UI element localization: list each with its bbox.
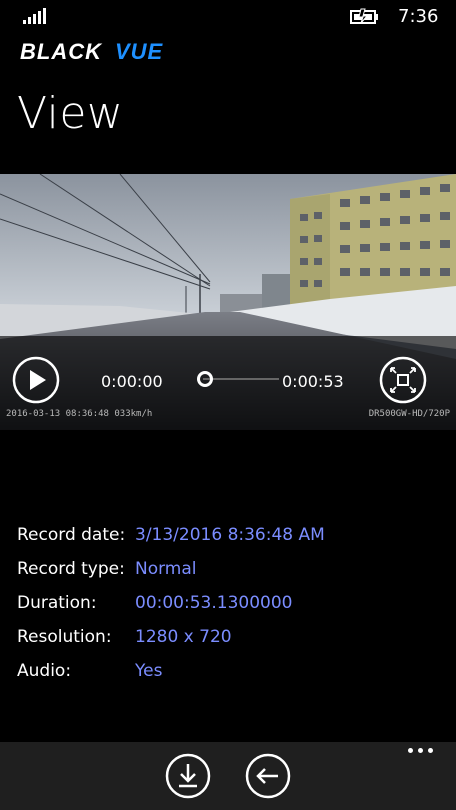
detail-label: Duration: (17, 593, 97, 613)
seek-slider[interactable] (197, 371, 283, 387)
detail-label: Audio: (17, 661, 72, 681)
detail-label: Resolution: (17, 627, 112, 647)
video-timestamp: 2016-03-13 08:36:48 033km/h (6, 409, 153, 419)
fullscreen-icon[interactable] (379, 356, 427, 404)
recording-details: Record date: 3/13/2016 8:36:48 AM Record… (17, 525, 447, 695)
play-icon[interactable] (12, 356, 60, 404)
video-player[interactable]: 0:00:00 0:00:53 2016-03-13 08:36:48 033k… (0, 174, 456, 430)
back-arrow-icon[interactable] (245, 753, 291, 799)
more-dots-icon[interactable] (408, 748, 438, 758)
blackvue-logo: BLACK VUE (20, 39, 164, 63)
current-time: 0:00:00 (101, 372, 163, 391)
detail-row-record-type: Record type: Normal (17, 559, 447, 593)
clock: 7:36 (398, 6, 439, 27)
detail-value: 1280 x 720 (135, 627, 232, 647)
seek-thumb[interactable] (197, 371, 213, 387)
video-model-stamp: DR500GW-HD/720P (368, 409, 450, 419)
detail-value: 3/13/2016 8:36:48 AM (135, 525, 325, 545)
detail-row-record-date: Record date: 3/13/2016 8:36:48 AM (17, 525, 447, 559)
total-time: 0:00:53 (282, 372, 344, 391)
svg-text:BLACK: BLACK (20, 39, 103, 63)
detail-label: Record type: (17, 559, 125, 579)
seek-track (203, 378, 279, 380)
app-bar (0, 742, 456, 810)
detail-row-audio: Audio: Yes (17, 661, 447, 695)
detail-value: Yes (135, 661, 163, 681)
detail-row-resolution: Resolution: 1280 x 720 (17, 627, 447, 661)
download-icon[interactable] (165, 753, 211, 799)
page-title: View (17, 88, 124, 139)
detail-row-duration: Duration: 00:00:53.1300000 (17, 593, 447, 627)
detail-value: 00:00:53.1300000 (135, 593, 293, 613)
detail-value: Normal (135, 559, 197, 579)
detail-label: Record date: (17, 525, 126, 545)
status-bar: 7:36 (0, 0, 456, 34)
battery-charging-icon (350, 8, 378, 24)
svg-text:VUE: VUE (115, 39, 164, 63)
signal-bars-icon (23, 8, 46, 24)
